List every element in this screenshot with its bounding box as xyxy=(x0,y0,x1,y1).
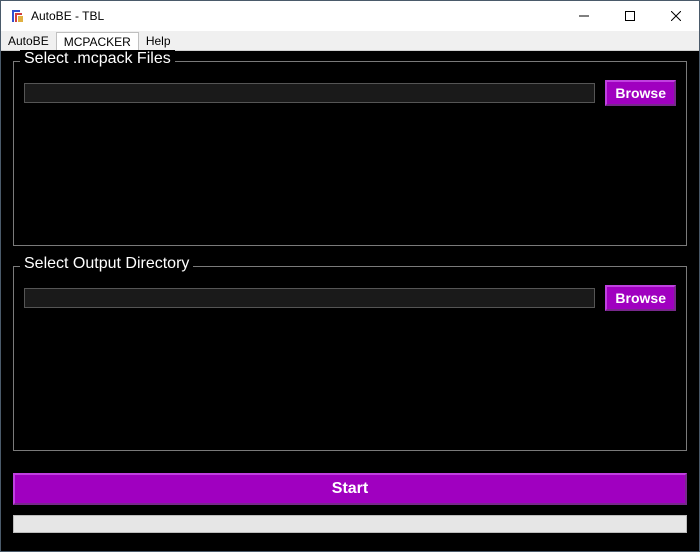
menu-item-help[interactable]: Help xyxy=(139,31,178,50)
browse-output-button[interactable]: Browse xyxy=(605,285,676,311)
output-directory-row: Browse xyxy=(24,285,676,311)
maximize-button[interactable] xyxy=(607,1,653,31)
menu-item-mcpacker[interactable]: MCPACKER xyxy=(56,32,139,51)
minimize-icon xyxy=(579,11,589,21)
maximize-icon xyxy=(625,11,635,21)
input-files-legend: Select .mcpack Files xyxy=(20,50,175,68)
input-files-section: Select .mcpack Files Browse xyxy=(13,61,687,246)
input-files-row: Browse xyxy=(24,80,676,106)
close-icon xyxy=(671,11,681,21)
input-files-field[interactable] xyxy=(24,83,595,103)
app-window: AutoBE - TBL AutoBE MCPACKER Help Select… xyxy=(0,0,700,552)
output-directory-section: Select Output Directory Browse xyxy=(13,266,687,451)
content-area: Select .mcpack Files Browse Select Outpu… xyxy=(1,51,699,551)
minimize-button[interactable] xyxy=(561,1,607,31)
browse-input-button[interactable]: Browse xyxy=(605,80,676,106)
bottom-controls: Start xyxy=(13,473,687,541)
window-title: AutoBE - TBL xyxy=(31,9,104,23)
progress-bar xyxy=(13,515,687,533)
titlebar: AutoBE - TBL xyxy=(1,1,699,31)
titlebar-left: AutoBE - TBL xyxy=(9,8,104,24)
output-directory-legend: Select Output Directory xyxy=(20,255,193,273)
window-controls xyxy=(561,1,699,31)
menubar: AutoBE MCPACKER Help xyxy=(1,31,699,51)
close-button[interactable] xyxy=(653,1,699,31)
start-button[interactable]: Start xyxy=(13,473,687,505)
menu-item-autobe[interactable]: AutoBE xyxy=(1,31,56,50)
app-icon xyxy=(9,8,25,24)
output-directory-field[interactable] xyxy=(24,288,595,308)
